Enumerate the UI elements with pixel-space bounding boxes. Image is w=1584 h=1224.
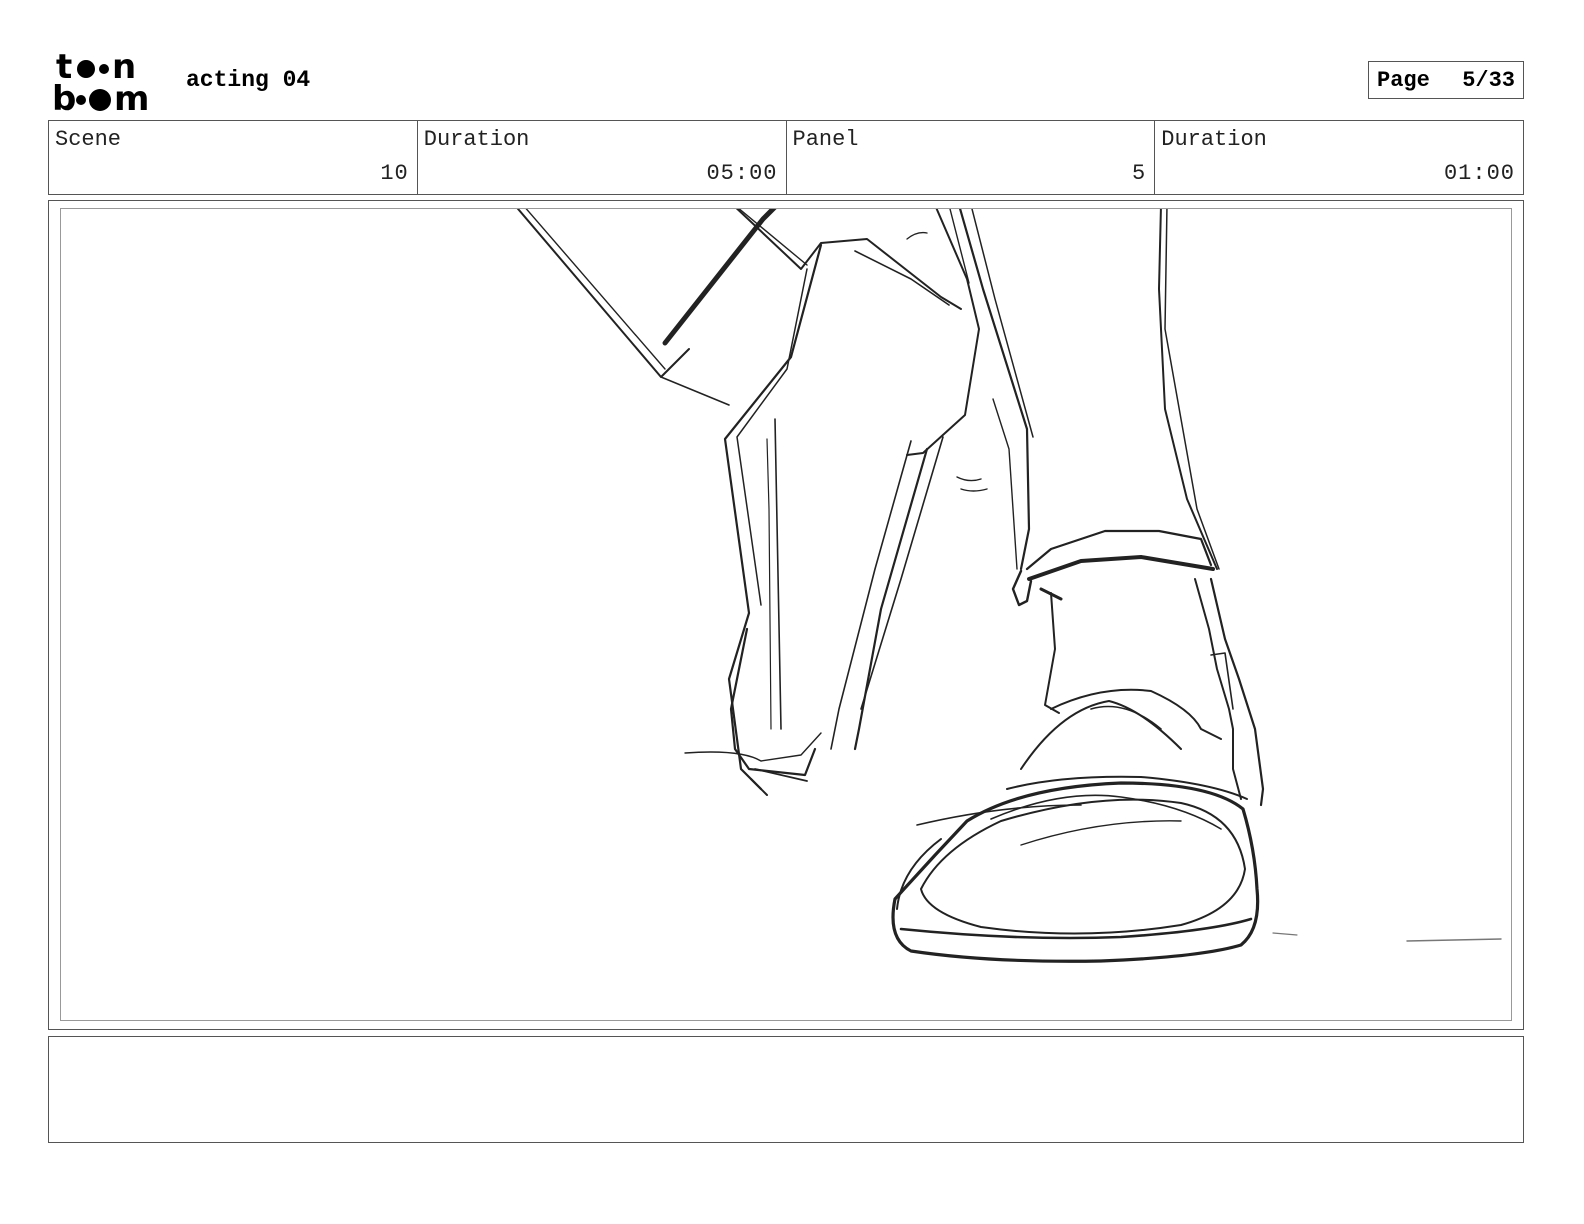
sketch-stroke bbox=[662, 209, 777, 346]
sketch-stroke bbox=[853, 447, 929, 751]
sketch-stroke bbox=[684, 732, 822, 762]
sketch-stroke bbox=[1158, 209, 1218, 570]
sketch-stroke bbox=[830, 440, 912, 750]
panel-label: Panel bbox=[792, 127, 859, 152]
sketch-stroke bbox=[735, 209, 962, 310]
scene-duration-cell: Duration 05:00 bbox=[418, 121, 787, 194]
sketch-stroke bbox=[766, 438, 772, 730]
page-number: 5/33 bbox=[1462, 67, 1515, 93]
project-title: acting 04 bbox=[186, 67, 311, 93]
sketch-stroke bbox=[774, 418, 782, 730]
sketch-stroke bbox=[1272, 932, 1298, 936]
sketch-stroke bbox=[723, 243, 823, 791]
scene-duration-value: 05:00 bbox=[706, 161, 778, 186]
sketch-stroke bbox=[899, 917, 1253, 940]
svg-text:b: b bbox=[52, 79, 76, 114]
toon-boom-logo-mark: t n b m bbox=[52, 47, 149, 119]
svg-text:m: m bbox=[114, 79, 149, 114]
page-indicator: Page 5/33 bbox=[1368, 61, 1524, 99]
sketch-stroke bbox=[1090, 705, 1162, 730]
sketch-stroke bbox=[736, 268, 808, 606]
sketch-stroke bbox=[956, 476, 982, 482]
panel-duration-label: Duration bbox=[1161, 127, 1267, 152]
sketch-stroke bbox=[971, 209, 1034, 438]
panel-image-area bbox=[60, 208, 1512, 1021]
sketch-stroke bbox=[1209, 577, 1265, 807]
sketch-stroke bbox=[1050, 688, 1222, 740]
scene-label: Scene bbox=[55, 127, 122, 152]
sketch-stroke bbox=[1006, 775, 1248, 800]
panel-duration-value: 01:00 bbox=[1443, 161, 1515, 186]
sketch-stroke bbox=[1027, 555, 1215, 581]
sketch-stroke bbox=[516, 209, 690, 378]
sketch-stroke bbox=[1020, 820, 1182, 846]
sketch-stroke bbox=[1406, 938, 1502, 942]
sketch-stroke bbox=[1020, 700, 1182, 770]
sketch-stroke bbox=[1164, 209, 1220, 570]
legs-sketch-drawing bbox=[516, 209, 1502, 963]
sketch-stroke bbox=[992, 398, 1018, 570]
sketch-stroke bbox=[960, 488, 988, 492]
toon-boom-logo: t n b m bbox=[50, 47, 170, 119]
sketch-stroke bbox=[854, 250, 950, 306]
sketch-stroke bbox=[906, 231, 928, 240]
sketch-stroke bbox=[1210, 652, 1234, 710]
page-label: Page bbox=[1377, 67, 1430, 93]
sketch-stroke bbox=[750, 778, 768, 796]
sketch-stroke bbox=[1044, 592, 1060, 714]
sketch-stroke bbox=[1011, 569, 1033, 607]
scene-value: 10 bbox=[380, 161, 409, 186]
info-table: Scene 10 Duration 05:00 Panel 5 Duration… bbox=[48, 120, 1524, 195]
sketch-stroke bbox=[525, 209, 666, 370]
scene-duration-label: Duration bbox=[423, 127, 530, 152]
panel-cell: Panel 5 bbox=[787, 121, 1156, 194]
sketch-stroke bbox=[906, 209, 980, 456]
scene-cell: Scene 10 bbox=[49, 121, 418, 194]
panel-value: 5 bbox=[1132, 161, 1147, 186]
panel-duration-cell: Duration 01:00 bbox=[1155, 121, 1523, 194]
sketch-stroke bbox=[660, 376, 730, 406]
panel-notes-box[interactable] bbox=[48, 1036, 1524, 1143]
